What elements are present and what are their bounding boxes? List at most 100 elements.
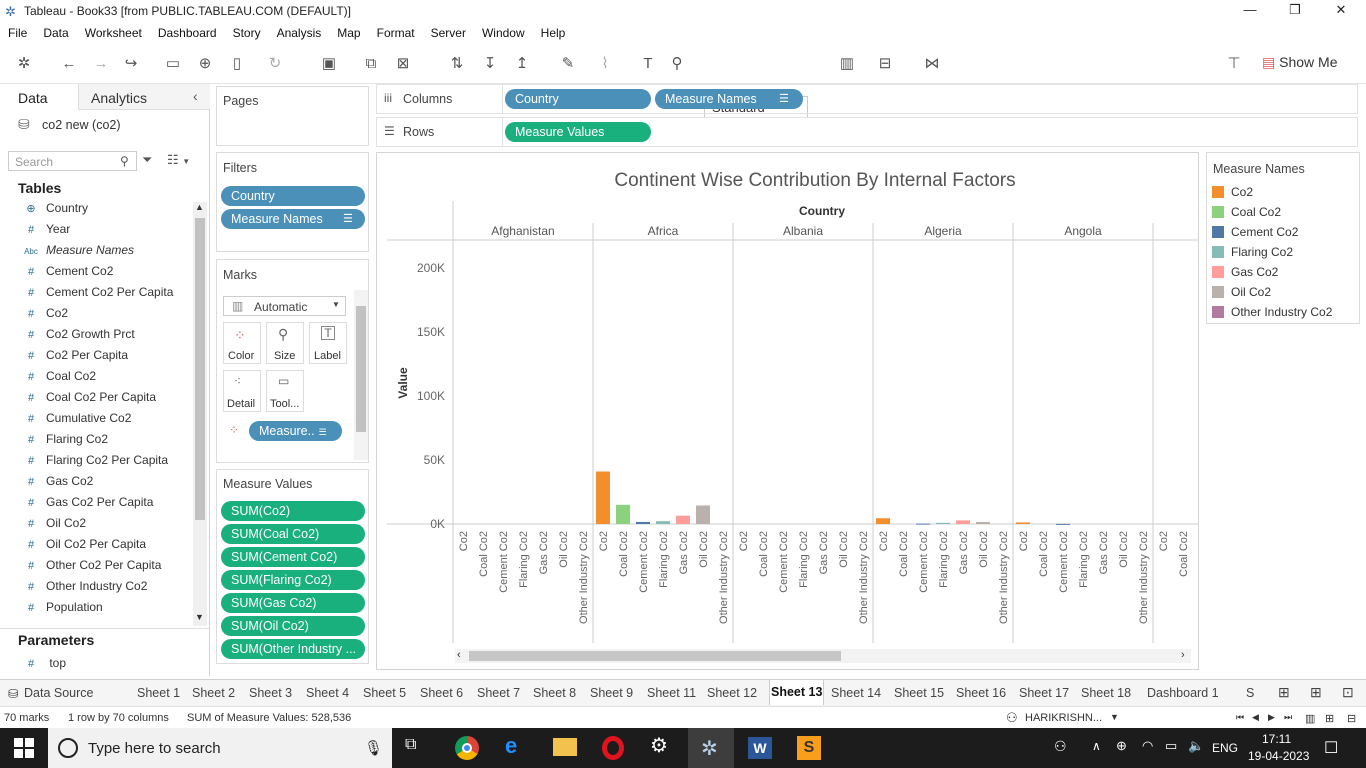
menu-format[interactable]: Format: [377, 26, 415, 40]
legend-item[interactable]: Oil Co2: [1212, 285, 1271, 301]
bar[interactable]: [596, 471, 610, 524]
legend-item[interactable]: Other Industry Co2: [1212, 305, 1332, 321]
bar[interactable]: [616, 504, 630, 524]
chevron-down-icon[interactable]: ▼: [1110, 712, 1119, 722]
view-list-icon[interactable]: ☷ ▼: [167, 152, 190, 168]
network-icon[interactable]: ⊕: [1116, 738, 1127, 754]
pause-updates-icon[interactable]: ▯: [226, 54, 248, 74]
menu-server[interactable]: Server: [431, 26, 466, 40]
field-item[interactable]: # Oil Co2: [22, 516, 86, 536]
columns-pill-measure-names[interactable]: Measure Names ☰: [655, 89, 803, 109]
menu-file[interactable]: File: [8, 26, 27, 40]
bar[interactable]: [1056, 523, 1070, 525]
sheet-tab[interactable]: Sheet 5: [363, 686, 406, 700]
legend-item[interactable]: Cement Co2: [1212, 225, 1298, 241]
sublime-icon[interactable]: S: [797, 736, 821, 760]
tab-analytics[interactable]: Analytics ‹: [78, 84, 210, 110]
bar[interactable]: [916, 523, 930, 525]
filter-pill-measure-names[interactable]: Measure Names ☰: [221, 209, 365, 229]
clock-date[interactable]: 19-04-2023: [1248, 749, 1309, 763]
sheet-tab[interactable]: Sheet 17: [1019, 686, 1069, 700]
next-sheet-icon[interactable]: ▶: [1268, 712, 1275, 723]
redo-icon[interactable]: →: [90, 54, 112, 74]
measure-value-pill[interactable]: SUM(Oil Co2): [221, 616, 365, 636]
search-input[interactable]: Search ⚲: [8, 151, 137, 171]
new-datasource-icon[interactable]: ⊕: [194, 54, 216, 74]
sheet-tab[interactable]: Sheet 9: [590, 686, 633, 700]
notification-icon[interactable]: ☐: [1324, 738, 1338, 758]
field-item[interactable]: # Cement Co2 Per Capita: [22, 285, 173, 305]
close-icon[interactable]: ✕: [1328, 2, 1354, 20]
format-painter-icon[interactable]: ⊤: [1223, 54, 1245, 74]
filter-icon[interactable]: ⏷: [142, 152, 152, 168]
sheet-tab[interactable]: Sheet 7: [477, 686, 520, 700]
legend-item[interactable]: Co2: [1212, 185, 1253, 201]
measure-value-pill[interactable]: SUM(Other Industry ...: [221, 639, 365, 659]
settings-gear-icon[interactable]: ⚙: [650, 733, 676, 757]
scroll-up-icon[interactable]: ▲: [195, 202, 204, 212]
legend-item[interactable]: Flaring Co2: [1212, 245, 1293, 261]
highlight-icon[interactable]: ✎: [557, 54, 579, 74]
tooltip-button[interactable]: ▭ Tool...: [266, 370, 304, 412]
color-button[interactable]: ⁘ Color: [223, 322, 261, 364]
size-button[interactable]: ⚲ Size: [266, 322, 304, 364]
new-worksheet-icon[interactable]: ▣: [318, 54, 340, 74]
columns-pill-country[interactable]: Country: [505, 89, 651, 109]
marks-scrollbar[interactable]: [354, 290, 368, 460]
menu-help[interactable]: Help: [541, 26, 566, 40]
scroll-right-icon[interactable]: ›: [1181, 649, 1185, 661]
field-item[interactable]: # Flaring Co2 Per Capita: [22, 453, 168, 473]
scroll-left-icon[interactable]: ‹: [457, 649, 461, 661]
field-item[interactable]: # Coal Co2 Per Capita: [22, 390, 156, 410]
grid-view-icon[interactable]: ⊞: [1325, 712, 1334, 725]
menu-analysis[interactable]: Analysis: [277, 26, 322, 40]
device-preview-icon[interactable]: ⊟: [874, 54, 896, 74]
chrome-icon[interactable]: [455, 736, 479, 760]
restore-icon[interactable]: ❐: [1282, 2, 1308, 20]
tab-data[interactable]: Data: [0, 84, 78, 110]
measure-value-pill[interactable]: SUM(Coal Co2): [221, 524, 365, 544]
sheet-tab[interactable]: Sheet 14: [831, 686, 881, 700]
measure-value-pill[interactable]: SUM(Gas Co2): [221, 593, 365, 613]
rows-pill-measure-values[interactable]: Measure Values: [505, 122, 651, 142]
people-icon[interactable]: ⚇: [1054, 738, 1067, 755]
field-item[interactable]: # Gas Co2 Per Capita: [22, 495, 153, 515]
field-item[interactable]: ⊕ Country: [22, 201, 88, 221]
mark-type-select[interactable]: ▥ Automatic ▼: [223, 296, 346, 316]
legend-item[interactable]: Gas Co2: [1212, 265, 1278, 281]
undo-icon[interactable]: ←: [58, 54, 80, 74]
windows-start-icon[interactable]: [14, 738, 34, 758]
group-icon[interactable]: ⌇: [594, 54, 616, 74]
field-item[interactable]: # Co2: [22, 306, 68, 326]
field-list-scrollbar[interactable]: ▲ ▼: [193, 202, 207, 626]
tableau-task[interactable]: ✲: [688, 728, 734, 768]
sheet-tab[interactable]: Sheet 3: [249, 686, 292, 700]
pages-card[interactable]: Pages: [216, 86, 369, 146]
pin-icon[interactable]: ⚲: [666, 54, 688, 74]
scrollbar-thumb[interactable]: [469, 651, 841, 661]
share-icon[interactable]: ⋈: [921, 54, 943, 74]
sheet-tab[interactable]: Sheet 8: [533, 686, 576, 700]
horizontal-scrollbar[interactable]: ‹ ›: [455, 649, 1191, 663]
minimize-icon[interactable]: —: [1237, 2, 1263, 20]
edge-icon[interactable]: e: [505, 733, 531, 758]
microphone-icon[interactable]: 🎙: [364, 739, 383, 757]
menu-dashboard[interactable]: Dashboard: [158, 26, 217, 40]
new-dashboard-icon[interactable]: ⊞: [1310, 684, 1322, 701]
sort-ascending-icon[interactable]: ↧: [479, 54, 501, 74]
replay-icon[interactable]: ↪: [120, 54, 142, 74]
duplicate-sheet-icon[interactable]: ⧉: [360, 54, 382, 74]
field-item[interactable]: # Other Co2 Per Capita: [22, 558, 161, 578]
sheet-tab[interactable]: Sheet 6: [420, 686, 463, 700]
columns-shelf[interactable]: iii Columns Country Measure Names ☰: [376, 84, 1358, 114]
parameter-item[interactable]: # top: [22, 656, 66, 676]
status-user[interactable]: HARIKRISHN...: [1025, 712, 1102, 724]
word-icon[interactable]: W: [748, 737, 772, 759]
menu-data[interactable]: Data: [43, 26, 68, 40]
sheet-tab[interactable]: Sheet 16: [956, 686, 1006, 700]
field-item[interactable]: # Coal Co2: [22, 369, 96, 389]
field-item[interactable]: # Flaring Co2: [22, 432, 108, 452]
battery-icon[interactable]: ▭: [1165, 738, 1177, 754]
bar[interactable]: [1016, 522, 1030, 524]
sort-descending-icon[interactable]: ↥: [511, 54, 533, 74]
